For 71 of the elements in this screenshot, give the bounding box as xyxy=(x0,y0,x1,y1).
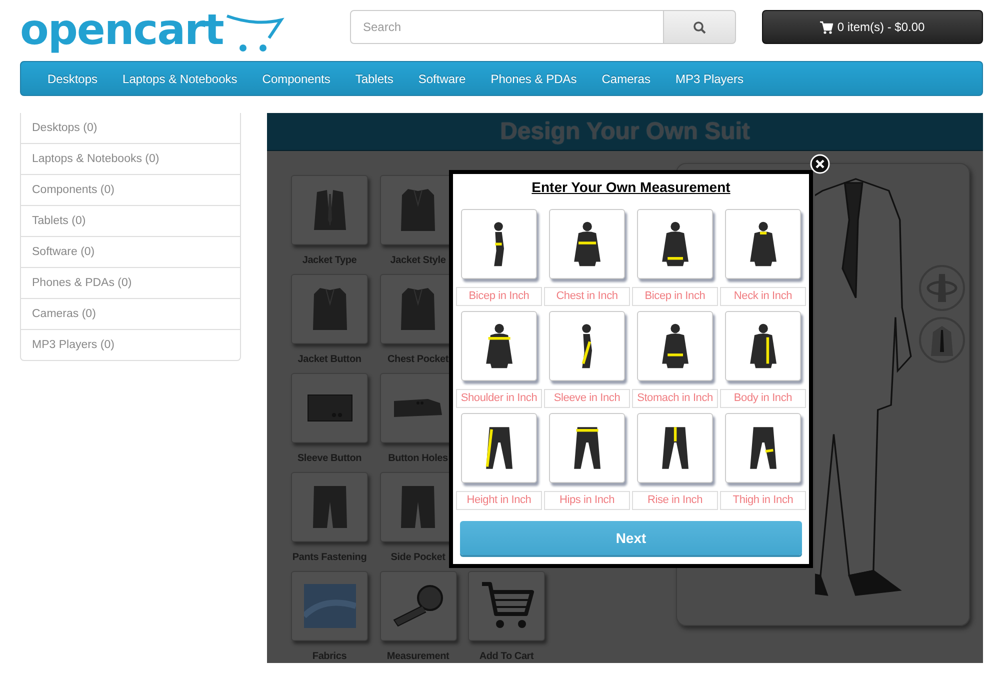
body-figure-icon xyxy=(484,322,514,370)
measurement-button[interactable] xyxy=(549,413,625,483)
category-link[interactable]: Tablets (0) xyxy=(20,206,241,237)
measurement-label: Neck in Inch xyxy=(720,287,806,306)
cart-swoosh-icon xyxy=(225,12,286,54)
cart-button[interactable]: 0 item(s) - $0.00 xyxy=(762,10,983,44)
jacket-icon xyxy=(401,189,435,231)
vest-icon xyxy=(314,190,346,230)
menu-link[interactable]: MP3 Players xyxy=(662,72,756,86)
cart-icon xyxy=(480,582,534,630)
measurement-label: Rise in Inch xyxy=(632,491,718,510)
category-link[interactable]: MP3 Players (0) xyxy=(20,330,241,361)
measurement-button[interactable] xyxy=(725,209,801,279)
category-link[interactable]: Components (0) xyxy=(20,175,241,206)
cuff-icon xyxy=(306,394,352,422)
body-figure-icon xyxy=(660,220,690,268)
search-field[interactable]: Search xyxy=(350,10,664,44)
fabric-swatch xyxy=(304,584,356,628)
measurement-label: Chest in Inch xyxy=(544,287,630,306)
sleeve-icon xyxy=(394,399,442,417)
dialog-title: Enter Your Own Measurement xyxy=(532,179,730,195)
body-figure-icon xyxy=(748,220,778,268)
search-button[interactable] xyxy=(664,10,736,44)
measurement-label: Shoulder in Inch xyxy=(456,389,542,408)
measurement-button[interactable] xyxy=(461,413,537,483)
measurement-label: Bicep in Inch xyxy=(632,287,718,306)
jacket-icon xyxy=(312,288,346,330)
legs-figure-icon xyxy=(572,426,602,470)
measurement-label: Sleeve in Inch xyxy=(544,389,630,408)
menu-link[interactable]: Tablets xyxy=(342,72,406,86)
body-figure-icon xyxy=(580,322,594,370)
measurement-label: Height in Inch xyxy=(456,491,542,510)
menu-link[interactable]: Laptops & Notebooks xyxy=(110,72,250,86)
measurement-button[interactable] xyxy=(461,311,537,381)
category-link[interactable]: Desktops (0) xyxy=(20,113,241,144)
trousers-icon xyxy=(401,486,435,528)
body-figure-icon xyxy=(572,220,602,268)
measurement-label: Body in Inch xyxy=(720,389,806,408)
measurement-button[interactable] xyxy=(549,311,625,381)
measurement-button[interactable] xyxy=(637,209,713,279)
measurement-label: Bicep in Inch xyxy=(456,287,542,306)
measurement-button[interactable] xyxy=(725,413,801,483)
cart-icon xyxy=(820,20,834,34)
menu-link[interactable]: Software xyxy=(406,72,478,86)
body-figure-icon xyxy=(492,220,506,268)
jacket-icon xyxy=(401,288,435,330)
measurement-button[interactable] xyxy=(725,311,801,381)
measurement-label: Thigh in Inch xyxy=(720,491,806,510)
menu-link[interactable]: Desktops xyxy=(35,72,110,86)
legs-figure-icon xyxy=(484,426,514,470)
menu-link[interactable]: Components xyxy=(250,72,343,86)
trousers-icon xyxy=(312,486,346,528)
close-button[interactable] xyxy=(810,154,830,174)
body-figure-icon xyxy=(748,322,778,370)
measurement-button[interactable] xyxy=(461,209,537,279)
measurement-button[interactable] xyxy=(637,311,713,381)
category-link[interactable]: Software (0) xyxy=(20,237,241,268)
menu-link[interactable]: Cameras xyxy=(589,72,663,86)
next-button[interactable]: Next xyxy=(460,521,802,555)
measurement-button[interactable] xyxy=(637,413,713,483)
category-link[interactable]: Laptops & Notebooks (0) xyxy=(20,144,241,175)
measurement-label: Hips in Inch xyxy=(544,491,630,510)
measurement-button[interactable] xyxy=(549,209,625,279)
body-figure-icon xyxy=(660,322,690,370)
category-link[interactable]: Phones & PDAs (0) xyxy=(20,268,241,299)
menu-link[interactable]: Phones & PDAs xyxy=(478,72,590,86)
search-icon xyxy=(693,20,706,34)
category-link[interactable]: Cameras (0) xyxy=(20,299,241,330)
legs-figure-icon xyxy=(660,426,690,470)
measurement-label: Stomach in Inch xyxy=(632,389,718,408)
legs-figure-icon xyxy=(748,426,778,470)
